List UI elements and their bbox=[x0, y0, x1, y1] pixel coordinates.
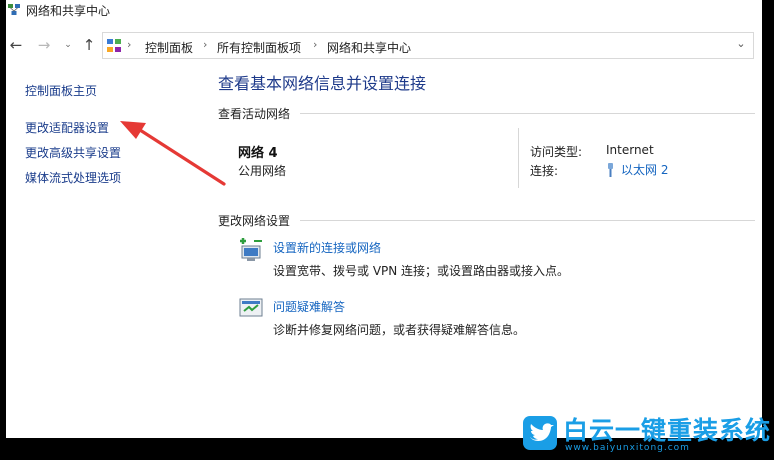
breadcrumb-all-items[interactable]: 所有控制面板项 bbox=[217, 39, 301, 56]
setup-new-connection-description: 设置宽带、拨号或 VPN 连接；或设置路由器或接入点。 bbox=[273, 264, 570, 278]
up-arrow-icon[interactable]: ↑ bbox=[80, 34, 98, 56]
forward-arrow-icon[interactable]: → bbox=[36, 34, 52, 56]
change-network-settings-header: 更改网络设置 bbox=[218, 214, 291, 228]
network-setup-icon bbox=[240, 238, 262, 261]
active-networks-header: 查看活动网络 bbox=[218, 107, 291, 121]
troubleshoot-problems-link[interactable]: 问题疑难解答 bbox=[273, 298, 345, 315]
connection-label: 连接: bbox=[530, 164, 559, 178]
sidebar: 控制面板主页 更改适配器设置 更改高级共享设置 媒体流式处理选项 bbox=[6, 60, 206, 438]
back-arrow-icon[interactable]: ← bbox=[8, 34, 24, 56]
watermark-url: www.baiyunxitong.com bbox=[565, 443, 690, 453]
breadcrumb-separator: › bbox=[203, 38, 208, 51]
bird-logo-icon bbox=[523, 416, 557, 450]
breadcrumb-control-panel[interactable]: 控制面板 bbox=[145, 39, 193, 56]
setup-new-connection-link[interactable]: 设置新的连接或网络 bbox=[273, 239, 381, 256]
network-info-divider bbox=[518, 128, 519, 188]
recent-locations-chevron-icon[interactable]: ⌄ bbox=[62, 34, 74, 56]
address-expand-chevron-icon[interactable]: ⌄ bbox=[733, 37, 749, 50]
section-divider bbox=[300, 220, 755, 221]
breadcrumb-network-center[interactable]: 网络和共享中心 bbox=[327, 39, 411, 56]
ethernet-cable-icon bbox=[608, 163, 613, 177]
ethernet-connection-label: 以太网 2 bbox=[621, 163, 669, 177]
network-sharing-center-window: 网络和共享中心 ← → ⌄ ↑ › 控制面板 › 所有控制面板项 › 网络和共享… bbox=[6, 0, 762, 438]
address-field[interactable]: › 控制面板 › 所有控制面板项 › 网络和共享中心 ⌄ bbox=[102, 32, 754, 59]
window-title: 网络和共享中心 bbox=[26, 4, 111, 18]
network-app-icon bbox=[8, 4, 20, 15]
control-panel-icon bbox=[107, 39, 121, 52]
sidebar-item-control-panel-home[interactable]: 控制面板主页 bbox=[25, 82, 97, 99]
brand-watermark: 白云一键重装系统 www.baiyunxitong.com bbox=[519, 410, 772, 458]
sidebar-item-advanced-sharing[interactable]: 更改高级共享设置 bbox=[25, 144, 121, 161]
sidebar-item-media-streaming[interactable]: 媒体流式处理选项 bbox=[25, 169, 121, 186]
access-type-label: 访问类型: bbox=[530, 145, 583, 159]
address-bar: ← → ⌄ ↑ › 控制面板 › 所有控制面板项 › 网络和共享中心 ⌄ bbox=[6, 30, 762, 60]
ethernet-connection-link[interactable]: 以太网 2 bbox=[606, 161, 668, 178]
breadcrumb-separator: › bbox=[127, 38, 132, 51]
section-divider bbox=[300, 113, 755, 114]
title-bar: 网络和共享中心 bbox=[6, 0, 762, 22]
network-name: 网络 4 bbox=[238, 146, 278, 161]
troubleshoot-problems-description: 诊断并修复网络问题，或者获得疑难解答信息。 bbox=[273, 323, 526, 337]
page-title: 查看基本网络信息并设置连接 bbox=[218, 74, 427, 93]
main-content: 查看基本网络信息并设置连接 查看活动网络 网络 4 公用网络 访问类型: Int… bbox=[218, 60, 758, 438]
watermark-brand-text: 白云一键重装系统 bbox=[563, 416, 772, 445]
access-type-value: Internet bbox=[606, 143, 654, 157]
breadcrumb-separator: › bbox=[313, 38, 318, 51]
network-category: 公用网络 bbox=[238, 164, 287, 178]
troubleshoot-icon bbox=[239, 298, 263, 317]
sidebar-item-change-adapter-settings[interactable]: 更改适配器设置 bbox=[25, 119, 109, 136]
